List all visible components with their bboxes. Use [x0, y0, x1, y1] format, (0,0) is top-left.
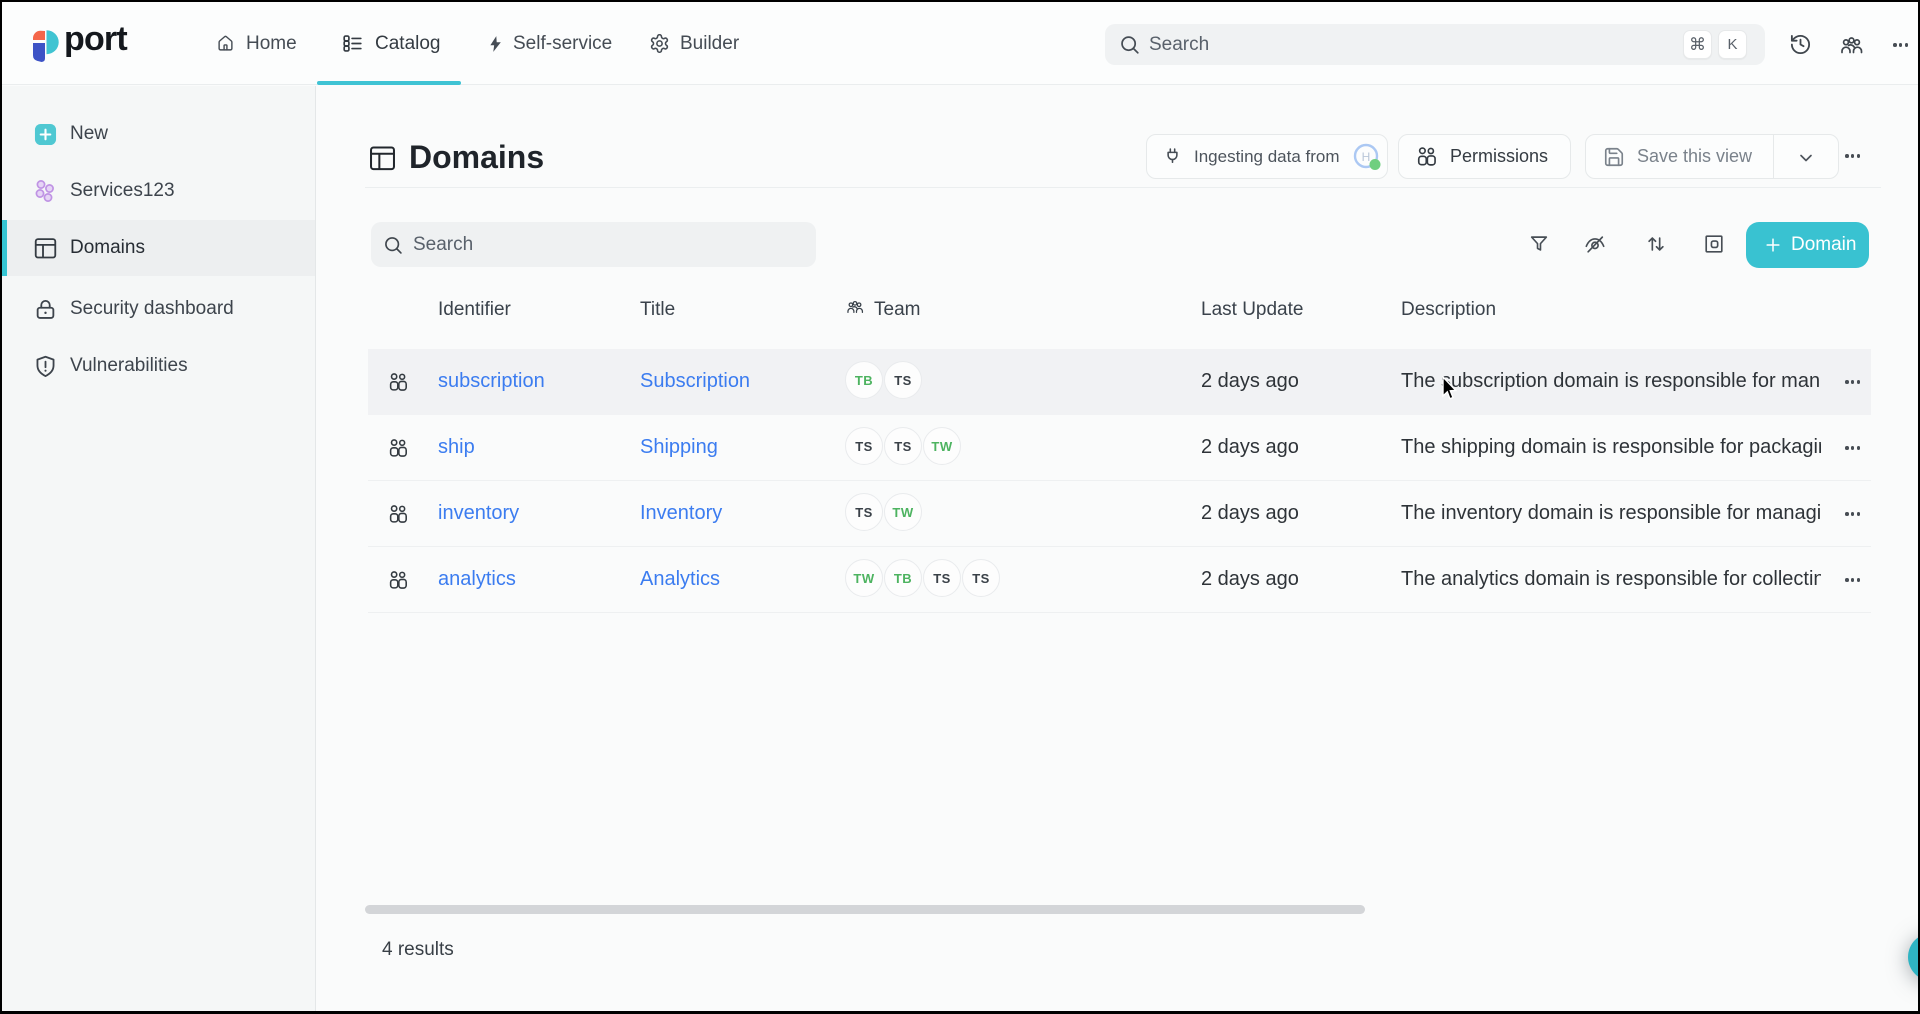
svg-text:H: H [1361, 150, 1370, 164]
